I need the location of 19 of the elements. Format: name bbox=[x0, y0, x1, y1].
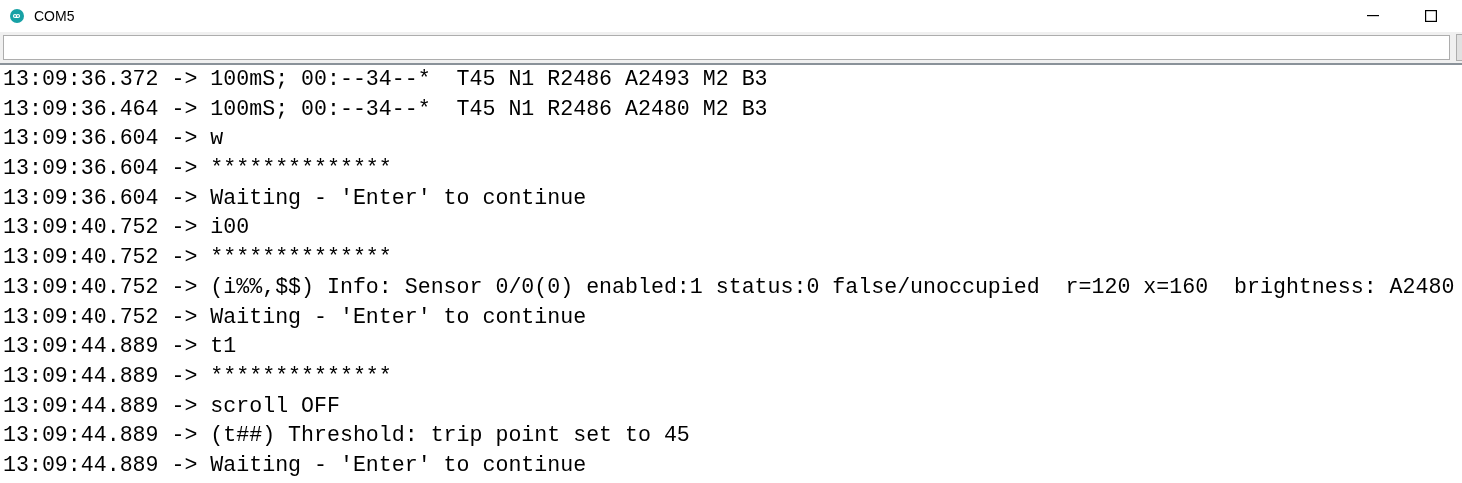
log-line: 13:09:40.752 -> Waiting - 'Enter' to continue bbox=[2, 303, 588, 331]
maximize-icon[interactable] bbox=[1425, 10, 1437, 22]
input-field[interactable] bbox=[3, 35, 1450, 60]
log-line: 13:09:36.604 -> Waiting - 'Enter' to continue bbox=[2, 184, 588, 212]
log-line: 13:09:40.752 -> ************** bbox=[2, 244, 393, 272]
minimize-icon[interactable] bbox=[1367, 15, 1379, 17]
log-line: 13:09:44.889 -> Waiting - 'Enter' to continue bbox=[2, 451, 588, 479]
log-line: 13:09:40.752 -> i00 bbox=[2, 214, 251, 242]
window-title: COM5 bbox=[34, 8, 75, 24]
log-line: 13:09:36.464 -> 100mS; 00:--34--* T45 N1 R2486 A2480 M2 B3 bbox=[2, 95, 769, 123]
log-line: 13:09:44.889 -> t1 bbox=[2, 333, 238, 361]
log-line: 13:09:44.889 -> ************** bbox=[2, 362, 393, 390]
log-line: 13:09:44.889 -> scroll OFF bbox=[2, 392, 341, 420]
log-line: 13:09:36.372 -> 100mS; 00:--34--* T45 N1 R2486 A2493 M2 B3 bbox=[2, 66, 769, 93]
log-line: 13:09:44.889 -> (t##) Threshold: trip point set to 45 bbox=[2, 422, 691, 450]
app-logo-icon bbox=[10, 9, 24, 23]
log-line: 13:09:36.604 -> w bbox=[2, 125, 225, 153]
log-line: 13:09:36.604 -> ************** bbox=[2, 155, 393, 183]
log-line: 13:09:40.752 -> (i%%,$$) Info: Sensor 0/0(0) enabled:1 status:0 false/unoccupied r=120 x=160 brightness: A2480 bbox=[2, 273, 1456, 301]
